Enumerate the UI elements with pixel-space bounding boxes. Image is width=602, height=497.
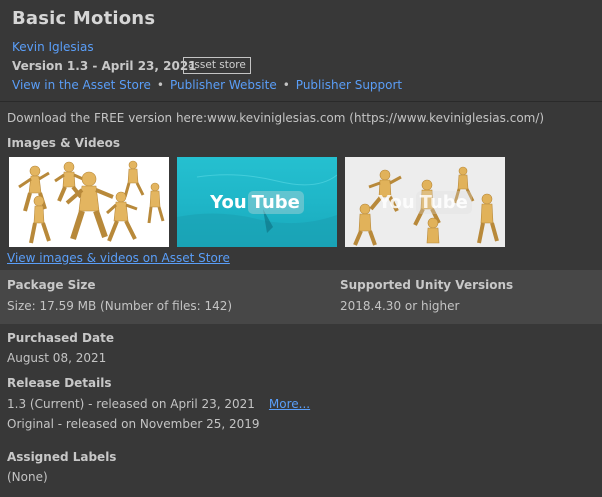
package-size-heading: Package Size: [7, 278, 96, 292]
release-details-heading: Release Details: [7, 376, 112, 390]
release-original-text: Original - released on November 25, 2019: [7, 417, 260, 431]
asset-store-tag: asset store: [183, 57, 251, 74]
version-label: Version 1.3 - April 23, 2021: [12, 59, 197, 73]
package-info-band: Package Size Size: 17.59 MB (Number of f…: [0, 270, 602, 324]
package-header: Basic Motions Kevin Iglesias Version 1.3…: [0, 0, 602, 101]
package-title: Basic Motions: [12, 8, 156, 29]
purchased-date-value: August 08, 2021: [7, 351, 107, 365]
header-links: View in the Asset Store • Publisher Websit…: [12, 78, 402, 92]
youtube-tube-text: Tube: [415, 190, 472, 214]
publisher-support-link[interactable]: Publisher Support: [296, 78, 402, 92]
separator-dot: •: [282, 78, 290, 92]
youtube-you-text: You: [378, 191, 415, 213]
youtube-logo: You Tube: [177, 157, 337, 247]
publisher-website-link[interactable]: Publisher Website: [170, 78, 277, 92]
youtube-tube-text: Tube: [247, 190, 304, 214]
video-thumbnail-1[interactable]: You Tube: [177, 157, 337, 247]
youtube-you-text: You: [210, 191, 247, 213]
separator-dot: •: [156, 78, 164, 92]
youtube-logo: You Tube: [345, 157, 505, 247]
header-divider: [0, 101, 602, 102]
video-thumbnail-2[interactable]: You Tube: [345, 157, 505, 247]
purchased-date-heading: Purchased Date: [7, 331, 114, 345]
package-description: Download the FREE version here:www.kevin…: [7, 111, 545, 125]
assigned-labels-value: (None): [7, 470, 48, 484]
more-releases-link[interactable]: More...: [269, 397, 310, 411]
release-current-row: 1.3 (Current) - released on April 23, 20…: [7, 397, 310, 411]
package-size-value: Size: 17.59 MB (Number of files: 142): [7, 299, 233, 313]
thumbnail-image-1[interactable]: [9, 157, 169, 247]
author-link[interactable]: Kevin Iglesias: [12, 40, 94, 54]
view-images-videos-link[interactable]: View images & videos on Asset Store: [7, 251, 230, 265]
supported-unity-value: 2018.4.30 or higher: [340, 299, 460, 313]
images-videos-heading: Images & Videos: [7, 136, 121, 150]
assigned-labels-heading: Assigned Labels: [7, 450, 117, 464]
release-current-text: 1.3 (Current) - released on April 23, 20…: [7, 397, 255, 411]
character-poses-image: [18, 160, 165, 244]
supported-unity-heading: Supported Unity Versions: [340, 278, 514, 292]
view-in-asset-store-link[interactable]: View in the Asset Store: [12, 78, 151, 92]
